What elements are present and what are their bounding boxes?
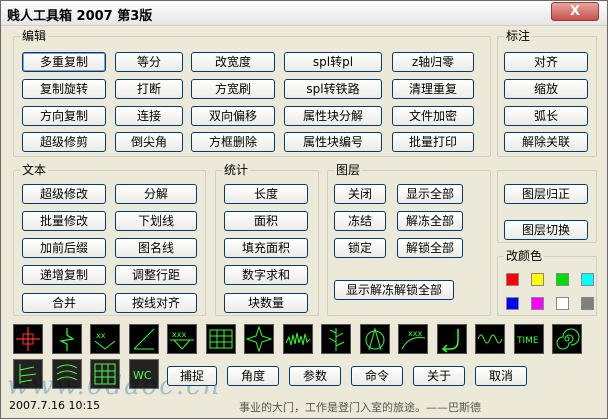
edit-button[interactable]: 属性块编号 <box>284 132 382 152</box>
text-button[interactable]: 合并 <box>22 293 106 313</box>
edit-button[interactable]: 双向偏移 <box>191 106 275 126</box>
text-button[interactable]: 加前后缀 <box>22 238 106 258</box>
edit-button[interactable]: 方向复制 <box>22 106 106 126</box>
text-group-label: 文本 <box>20 163 49 177</box>
angle-icon[interactable] <box>128 324 159 354</box>
xxx-line-icon[interactable]: xxx <box>167 324 197 354</box>
layer-button[interactable]: 显示全部 <box>397 184 463 204</box>
svg-text:xxx: xxx <box>172 330 186 339</box>
bottom-button[interactable]: 关于 <box>413 366 465 386</box>
svg-text:xxx: xxx <box>408 329 422 338</box>
mark-group-label: 标注 <box>504 29 533 43</box>
color-swatch[interactable] <box>556 297 569 310</box>
layer-button[interactable]: 解锁全部 <box>397 238 463 258</box>
edit-button[interactable]: 方框删除 <box>191 132 275 152</box>
layer-show-all-button[interactable]: 显示解冻解锁全部 <box>334 280 454 300</box>
mark-button[interactable]: 弧长 <box>504 106 588 126</box>
edit-button[interactable]: 文件加密 <box>392 106 474 126</box>
color-swatch[interactable] <box>581 297 594 310</box>
edit-button[interactable]: 多重复制 <box>22 52 106 72</box>
grid-icon[interactable] <box>90 359 120 389</box>
stats-button[interactable]: 面积 <box>224 211 308 231</box>
edit-button[interactable]: 方宽刷 <box>191 79 275 99</box>
star-icon[interactable] <box>244 324 274 354</box>
text-button[interactable]: 超级修改 <box>22 184 106 204</box>
edit-button[interactable]: 批量打印 <box>392 132 474 152</box>
text-button[interactable]: 批量修改 <box>22 211 106 231</box>
text-button[interactable]: 分解 <box>115 184 197 204</box>
color-swatch[interactable] <box>531 297 544 310</box>
edit-button[interactable]: spl转铁路 <box>284 79 382 99</box>
layer-reset-button[interactable]: 图层归正 <box>504 184 588 204</box>
edit-button[interactable]: 属性块分解 <box>284 106 382 126</box>
layer-switch-button[interactable]: 图层切换 <box>504 220 588 240</box>
text-button[interactable]: 下划线 <box>115 211 197 231</box>
text-button[interactable]: 递增复制 <box>22 265 106 285</box>
edit-button[interactable]: 改宽度 <box>191 52 275 72</box>
edit-button[interactable]: 复制旋转 <box>22 79 106 99</box>
window-title: 贱人工具箱 2007 第3版 <box>7 9 153 24</box>
title-bar[interactable]: 贱人工具箱 2007 第3版 X <box>1 1 607 26</box>
svg-text:TIME: TIME <box>516 336 539 346</box>
square-wave-icon[interactable] <box>475 324 505 354</box>
main-window: 贱人工具箱 2007 第3版 X 编辑 标注 文本 统计 图层 改颜色 www.… <box>0 0 608 419</box>
text-button[interactable]: 图名线 <box>115 238 197 258</box>
edit-button[interactable]: 打断 <box>115 79 183 99</box>
stats-button[interactable]: 填充面积 <box>224 238 308 258</box>
svg-text:WC: WC <box>133 369 152 382</box>
crosshair-icon[interactable] <box>13 324 43 354</box>
bottom-button[interactable]: 捕捉 <box>167 366 217 386</box>
status-datetime: 2007.7.16 10:15 <box>9 399 101 412</box>
spiral-icon[interactable] <box>552 324 582 354</box>
mark-button[interactable]: 对齐 <box>504 52 588 72</box>
xxx-curve-icon[interactable]: xxx <box>398 324 428 354</box>
color-swatch[interactable] <box>581 273 594 286</box>
mark-button[interactable]: 解除关联 <box>504 132 588 152</box>
stats-button[interactable]: 长度 <box>224 184 308 204</box>
xx-marker-icon[interactable]: xx <box>90 324 120 354</box>
stats-group-label: 统计 <box>222 163 251 177</box>
close-button[interactable]: X <box>551 2 599 21</box>
wc-icon[interactable]: WC <box>128 359 159 389</box>
edit-button[interactable]: z轴归零 <box>392 52 474 72</box>
noise-wave-icon[interactable] <box>282 324 313 354</box>
color-swatch[interactable] <box>506 297 519 310</box>
edit-button[interactable]: 连接 <box>115 106 183 126</box>
edit-button[interactable]: 倒尖角 <box>115 132 183 152</box>
tree-right-icon[interactable] <box>51 359 82 389</box>
zigzag-icon[interactable] <box>51 324 82 354</box>
tree-icon[interactable] <box>321 324 351 354</box>
layer-button[interactable]: 关闭 <box>334 184 386 204</box>
tree-left-icon[interactable] <box>13 359 43 389</box>
layer-button[interactable]: 解冻全部 <box>397 211 463 231</box>
edit-button[interactable]: 超级修剪 <box>22 132 106 152</box>
edit-button[interactable]: 清理重复 <box>392 79 474 99</box>
color-swatch[interactable] <box>531 273 544 286</box>
edit-button[interactable]: spl转pl <box>284 52 382 72</box>
color-group-label: 改颜色 <box>504 249 545 263</box>
bottom-button[interactable]: 角度 <box>227 366 279 386</box>
svg-text:xx: xx <box>96 331 106 340</box>
compass-icon[interactable] <box>359 324 390 354</box>
status-motto: 事业的大门，工作是登门入室的旅途。——巴斯德 <box>239 401 481 414</box>
layer-button[interactable]: 冻结 <box>334 211 386 231</box>
stats-button[interactable]: 块数量 <box>224 293 308 313</box>
bottom-button[interactable]: 参数 <box>289 366 341 386</box>
color-swatch[interactable] <box>506 273 519 286</box>
color-swatch[interactable] <box>556 273 569 286</box>
text-button[interactable]: 按线对齐 <box>115 293 197 313</box>
bottom-button[interactable]: 取消 <box>475 366 527 386</box>
layer-group-label: 图层 <box>334 163 363 177</box>
edit-group-label: 编辑 <box>20 29 49 43</box>
mark-button[interactable]: 缩放 <box>504 79 588 99</box>
stats-button[interactable]: 数字求和 <box>224 265 308 285</box>
bottom-button[interactable]: 命令 <box>351 366 403 386</box>
layer-button[interactable]: 锁定 <box>334 238 386 258</box>
time-text-icon[interactable]: TIME <box>513 324 544 354</box>
arrow-u-turn-icon[interactable] <box>436 324 467 354</box>
text-button[interactable]: 调整行距 <box>115 265 197 285</box>
edit-button[interactable]: 等分 <box>115 52 183 72</box>
table-icon[interactable] <box>205 324 236 354</box>
